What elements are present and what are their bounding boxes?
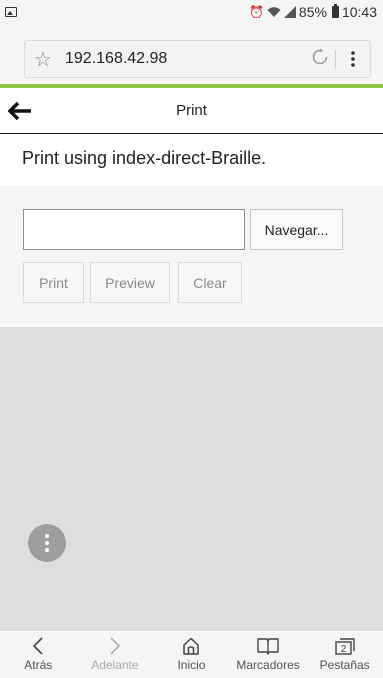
bottom-navigation: Atrás Adelante Inicio Marcadores 2 Pesta…	[0, 631, 383, 678]
fab-dot	[45, 541, 49, 545]
star-icon[interactable]: ☆	[25, 47, 61, 72]
preview-area	[0, 327, 383, 631]
nav-bookmarks-label: Marcadores	[236, 658, 300, 672]
tabs-icon: 2	[334, 635, 356, 657]
home-icon	[181, 635, 201, 657]
nav-bookmarks[interactable]: Marcadores	[230, 631, 307, 678]
address-bar[interactable]: ☆ 192.168.42.98	[24, 40, 371, 78]
battery-icon	[331, 4, 339, 18]
nav-back-label: Atrás	[24, 658, 53, 672]
wifi-icon	[267, 7, 281, 17]
nav-forward[interactable]: Adelante	[77, 631, 154, 678]
file-path-input[interactable]	[23, 209, 245, 250]
chevron-right-icon	[109, 635, 121, 657]
status-left	[5, 7, 17, 17]
page-header: Print	[0, 88, 383, 134]
signal-icon	[283, 6, 296, 18]
nav-forward-label: Adelante	[91, 658, 139, 672]
browser-menu-icon[interactable]	[336, 51, 370, 67]
more-options-button[interactable]	[28, 524, 66, 562]
status-bar: ⏰ 85% 10:43	[0, 0, 383, 24]
url-text[interactable]: 192.168.42.98	[61, 50, 305, 68]
book-icon	[256, 635, 280, 657]
print-button[interactable]: Print	[23, 262, 84, 303]
back-arrow-icon[interactable]	[6, 98, 34, 124]
tab-count: 2	[340, 644, 346, 655]
browse-button[interactable]: Navegar...	[250, 209, 343, 250]
chevron-left-icon	[32, 635, 44, 657]
image-notification-icon	[5, 7, 17, 17]
nav-tabs-label: Pestañas	[319, 658, 370, 672]
battery-percent: 85%	[298, 4, 327, 20]
intro-text: Print using index-direct-Braille.	[22, 148, 267, 168]
browser-toolbar: ☆ 192.168.42.98	[0, 24, 383, 84]
print-form: Navegar... Print Preview Clear	[0, 186, 383, 327]
fab-dot	[45, 548, 49, 552]
nav-home-label: Inicio	[177, 658, 206, 672]
reload-icon[interactable]	[305, 48, 335, 71]
clock: 10:43	[341, 4, 377, 20]
status-right: ⏰ 85% 10:43	[249, 4, 377, 20]
page-title: Print	[176, 102, 207, 119]
nav-home[interactable]: Inicio	[153, 631, 230, 678]
nav-tabs[interactable]: 2 Pestañas	[306, 631, 383, 678]
clear-button[interactable]: Clear	[178, 262, 242, 303]
alarm-icon: ⏰	[248, 5, 264, 19]
nav-back[interactable]: Atrás	[0, 631, 77, 678]
preview-button[interactable]: Preview	[90, 262, 170, 303]
fab-dot	[45, 534, 49, 538]
